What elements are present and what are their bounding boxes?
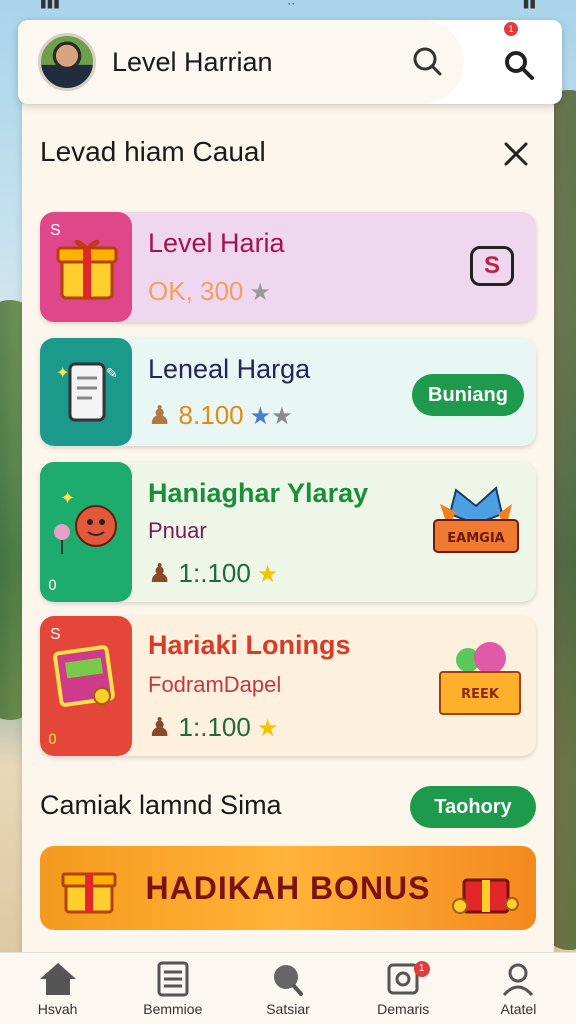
nav-label: Demaris — [377, 1000, 430, 1017]
svg-text:EAMGIA: EAMGIA — [447, 531, 504, 546]
nav-label: Hsvah — [37, 1000, 78, 1017]
status-battery: ▮▮ — [522, 0, 536, 10]
card-price: OK, 300 — [148, 276, 244, 306]
card-price-row: ♟ 8.100 ★★ — [148, 400, 293, 431]
section-title: Levad hiam Caual — [40, 136, 266, 167]
user-icon: ♟ — [148, 558, 172, 588]
card-badge-icon[interactable]: S — [470, 246, 514, 286]
card-price: 1:.100 — [178, 712, 251, 742]
card-subtitle: Pnuar — [148, 518, 207, 543]
svg-text:✦: ✦ — [56, 363, 69, 382]
header-profile-bar[interactable]: Level Harrian — [18, 20, 464, 104]
nav-label: Atatel — [500, 1000, 537, 1017]
gift-icon — [61, 872, 117, 914]
home-icon — [39, 962, 76, 995]
level-card-4[interactable]: S 0 Hariaki Lonings FodramDapel ♟ 1:.100… — [40, 616, 536, 756]
gift-box-icon[interactable]: REEK — [434, 640, 526, 720]
search-icon — [413, 47, 442, 76]
user-icon: ♟ — [148, 712, 172, 742]
close-icon — [504, 142, 528, 166]
nav-item-home[interactable]: Hsvah — [0, 953, 115, 1024]
card-2-thumbnail: ✦ ✎ — [40, 338, 132, 446]
list-icon — [157, 961, 189, 996]
user-icon: ♟ — [148, 400, 172, 430]
svg-text:0: 0 — [48, 732, 57, 748]
card-title: Hariaki Lonings — [148, 630, 351, 660]
nav-item-search[interactable]: Satsiar — [230, 953, 345, 1024]
status-time: ·· — [287, 0, 296, 10]
search-alert-button[interactable] — [498, 42, 542, 86]
card-title: Level Haria — [148, 228, 285, 258]
profile-icon — [503, 963, 534, 996]
ribbon-badge-icon[interactable]: EAMGIA — [426, 484, 526, 570]
gift-icon — [56, 239, 118, 300]
header-title: Level Harrian — [112, 46, 273, 77]
svg-text:✎: ✎ — [106, 366, 118, 382]
star-icon: ★ — [271, 403, 293, 430]
card-price-row: ♟ 1:.100 ★ — [148, 558, 278, 589]
mascot-icon: ✦ 0 — [48, 488, 117, 594]
level-card-2[interactable]: ✦ ✎ Leneal Harga ♟ 8.100 ★★ Buniang — [40, 338, 536, 446]
nav-label: Satsiar — [266, 1000, 310, 1017]
level-card-3[interactable]: ✦ 0 Haniaghar Ylaray Pnuar ♟ 1:.100 ★ EAM… — [40, 462, 536, 602]
phone-icon: ✦ ✎ — [56, 362, 118, 422]
app-header: Level Harrian — [18, 20, 562, 104]
star-icon: ★ — [256, 561, 279, 588]
svg-text:0: 0 — [48, 578, 57, 594]
search-alert-icon — [505, 51, 534, 80]
svg-text:REEK: REEK — [461, 687, 500, 702]
card-price: 1:.100 — [178, 558, 251, 588]
status-bar: ▮▮▮ ·· ▮▮ — [0, 0, 576, 14]
status-signal: ▮▮▮ — [40, 0, 60, 10]
bonus-banner[interactable]: HADIKAH BONUS — [40, 846, 536, 930]
gift-icon — [452, 878, 519, 914]
star-icon: ★ — [249, 279, 271, 306]
nav-label: Bemmioe — [143, 1000, 203, 1017]
card-1-thumbnail: S — [40, 212, 132, 322]
bottom-nav: Hsvah Bemmioe Satsiar 1 Demaris Atatel — [0, 952, 576, 1024]
notification-badge: 1 — [413, 961, 430, 977]
avatar[interactable] — [38, 33, 96, 91]
bonus-banner-label: HADIKAH BONUS — [145, 869, 431, 906]
card-price-row: ♟ 1:.100 ★ — [148, 712, 278, 743]
bottom-action-button[interactable]: Taohory — [410, 786, 536, 828]
close-button[interactable] — [498, 136, 534, 172]
bottom-section-title: Camiak lamnd Sima — [40, 790, 282, 820]
nav-item-list[interactable]: Bemmioe — [115, 953, 230, 1024]
card-3-thumbnail: ✦ 0 — [40, 462, 132, 602]
card-price: 8.100 — [178, 400, 244, 430]
svg-text:✦: ✦ — [60, 488, 75, 509]
card-action-button[interactable]: Buniang — [412, 374, 524, 416]
card-price-row: OK, 300 ★ — [148, 276, 271, 307]
card-title: Leneal Harga — [148, 354, 311, 384]
search-button[interactable] — [408, 42, 448, 82]
star-icon: ★ — [249, 403, 272, 430]
star-icon: ★ — [256, 715, 279, 742]
search-icon — [274, 964, 303, 996]
card-subtitle: FodramDapel — [148, 672, 282, 697]
ticket-icon: 0 — [48, 645, 115, 748]
card-title: Haniaghar Ylaray — [148, 478, 369, 508]
notification-badge: 1 — [504, 22, 518, 36]
card-4-thumbnail: S 0 — [40, 616, 132, 756]
level-card-1[interactable]: S Level Haria OK, 300 ★ S — [40, 212, 536, 322]
nav-item-inbox[interactable]: 1 Demaris — [346, 953, 461, 1024]
nav-item-profile[interactable]: Atatel — [461, 953, 576, 1024]
